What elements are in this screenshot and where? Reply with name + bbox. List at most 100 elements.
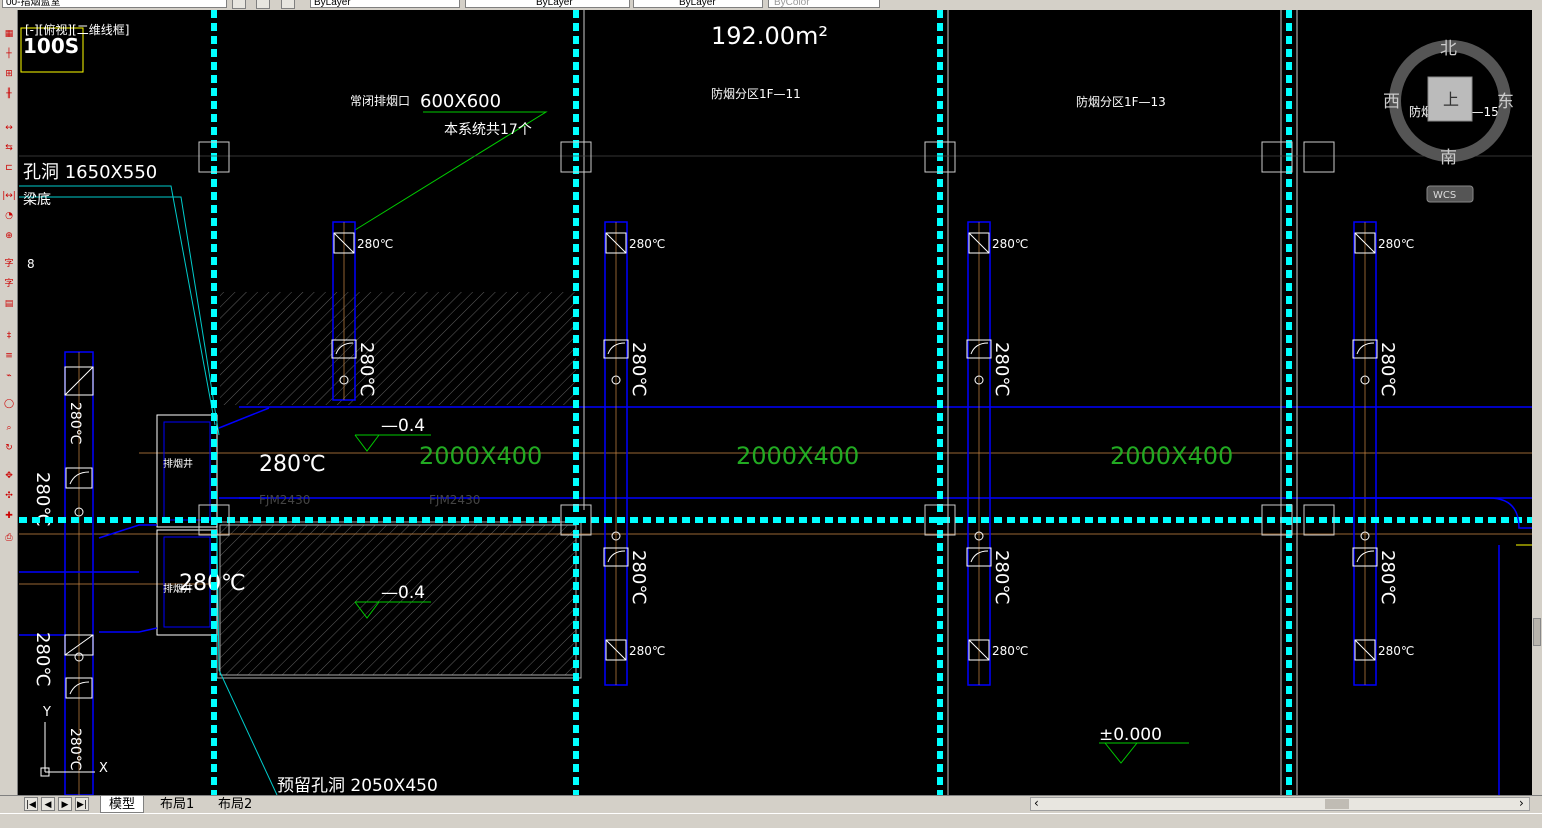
- damper-2-1[interactable]: 280℃: [605, 232, 665, 254]
- align-icon[interactable]: ≡: [1, 348, 17, 364]
- elevation-marker-zero: ±0.000: [1099, 725, 1189, 764]
- zoom-icon[interactable]: ✚: [1, 508, 17, 524]
- measure-icon[interactable]: |↔|: [1, 188, 17, 204]
- vertical-temp-label: 280℃: [628, 342, 649, 397]
- ucs-y-label: Y: [42, 705, 51, 720]
- outlet-size-label: 600X600: [420, 91, 501, 112]
- break-icon[interactable]: ⌁: [1, 368, 17, 384]
- text-style-icon[interactable]: 字: [1, 276, 17, 292]
- scale-label: 100S: [23, 34, 79, 58]
- zone-label-13: 防烟分区1F—13: [1076, 94, 1166, 109]
- branch-duct-2: 280℃ 280℃ 280℃ 280℃: [603, 221, 665, 686]
- duct-size-label-1: 2000X400: [419, 442, 542, 470]
- temp-label-left-3: 280℃: [32, 632, 53, 687]
- duct-size-label-3: 2000X400: [1110, 442, 1233, 470]
- compass-north[interactable]: 北: [1440, 39, 1457, 59]
- duct-size-label-2: 2000X400: [736, 442, 859, 470]
- circle-icon[interactable]: ◯: [1, 396, 17, 412]
- viewcube-compass[interactable]: 北 南 东 西 上 WCS: [1383, 39, 1514, 203]
- layer-state-button[interactable]: [232, 0, 246, 9]
- damper-3-1[interactable]: 280℃: [968, 232, 1028, 254]
- damper-temp-label: 280℃: [357, 237, 393, 251]
- refresh-icon[interactable]: ↻: [1, 440, 17, 456]
- vertical-temp-label: 280℃: [356, 342, 377, 397]
- first-tab-button[interactable]: |◀: [24, 797, 38, 811]
- exhaust-outlet-label: 常闭排烟口: [350, 94, 410, 108]
- branch-duct-4: 280℃ 280℃ 280℃ 280℃: [1352, 221, 1414, 686]
- branch-duct-3: 280℃ 280℃ 280℃ 280℃: [966, 221, 1028, 686]
- pan-icon[interactable]: ✥: [1, 468, 17, 484]
- prev-tab-button[interactable]: ◀: [41, 797, 55, 811]
- leader-opening-left: [19, 185, 216, 426]
- fjm-tag-1: FJM2430: [259, 493, 310, 507]
- vertical-temp-label: 280℃: [628, 550, 649, 605]
- temp-label-left-4: 280℃: [67, 728, 83, 770]
- point-icon[interactable]: ⊕: [1, 228, 17, 244]
- hatched-zone-upper: [220, 292, 576, 405]
- color-dropdown[interactable]: ByLayer: [310, 0, 460, 8]
- left-tool-palette: ▦ ┼ ⊞ ╫ ↔ ⇆ ⊏ |↔| ◔ ⊕ 字 字 ▤ ‡ ≡ ⌁ ◯ ⌕ ↻ …: [0, 10, 18, 795]
- layer-previous-button[interactable]: [256, 0, 270, 9]
- horizontal-scrollbar[interactable]: ‹ ›: [1030, 796, 1530, 811]
- damper-4-2[interactable]: 280℃: [1354, 639, 1414, 661]
- next-tab-button[interactable]: ▶: [58, 797, 72, 811]
- temp-label-left-1: 280℃: [67, 402, 83, 444]
- symbol-icon[interactable]: ‡: [1, 328, 17, 344]
- plotstyle-dropdown[interactable]: ByColor: [768, 0, 880, 8]
- damper-temp-label: 280℃: [992, 644, 1028, 658]
- layout-tab-bar: |◀ ◀ ▶ ▶| 模型 布局1 布局2 ‹ ›: [0, 795, 1542, 813]
- column-icon[interactable]: ⊞: [1, 66, 17, 82]
- svg-text:—0.4: —0.4: [381, 416, 425, 436]
- damper-3-2[interactable]: 280℃: [968, 639, 1028, 661]
- opening-left-label: 孔洞 1650X550: [23, 162, 157, 183]
- scroll-right-icon[interactable]: ›: [1519, 796, 1524, 810]
- wall-icon[interactable]: ╫: [1, 86, 17, 102]
- damper-2-2[interactable]: 280℃: [605, 639, 665, 661]
- compass-west[interactable]: 西: [1383, 92, 1400, 112]
- dimension-icon[interactable]: ↔: [1, 120, 17, 136]
- lineweight-dropdown[interactable]: ByLayer: [633, 0, 763, 8]
- vertical-scrollbar[interactable]: [1532, 10, 1542, 795]
- vertical-temp-label: 280℃: [991, 550, 1012, 605]
- cad-model-space[interactable]: [-][俯视][二维线框] 100S 排烟井 排烟井 280℃ 280℃ 280…: [19, 10, 1532, 795]
- damper-1-1[interactable]: 280℃: [333, 232, 393, 254]
- exhaust-shaft-upper: [156, 414, 218, 528]
- grid-icon[interactable]: ▦: [1, 26, 17, 42]
- area-label: 192.00m²: [711, 22, 828, 50]
- scroll-left-icon[interactable]: ‹: [1034, 796, 1039, 810]
- temp-label-main-1: 280℃: [259, 452, 326, 477]
- damper-temp-label: 280℃: [629, 644, 665, 658]
- viewcube-top-label: 上: [1443, 90, 1459, 109]
- wcs-label[interactable]: WCS: [1433, 190, 1456, 201]
- table-icon[interactable]: ▤: [1, 296, 17, 312]
- stair-icon[interactable]: ⊏: [1, 160, 17, 176]
- linetype-dropdown[interactable]: ByLayer: [465, 0, 630, 8]
- tab-layout1[interactable]: 布局1: [152, 796, 202, 813]
- outlet-count-label: 本系统共17个: [444, 122, 532, 138]
- fjm-tag-2: FJM2430: [429, 493, 480, 507]
- zone-label-11: 防烟分区1F—11: [711, 86, 801, 101]
- search-icon[interactable]: ⌕: [1, 420, 17, 436]
- left-number-label: 8: [27, 257, 35, 271]
- layer-match-button[interactable]: [281, 0, 295, 9]
- layer-dropdown[interactable]: 00-指烟蓝室: [2, 0, 227, 8]
- compass-east[interactable]: 东: [1497, 92, 1514, 112]
- vertical-temp-label: 280℃: [1377, 342, 1398, 397]
- offset-icon[interactable]: ⇆: [1, 140, 17, 156]
- move-icon[interactable]: ✣: [1, 488, 17, 504]
- text-icon[interactable]: 字: [1, 256, 17, 272]
- arc-icon[interactable]: ◔: [1, 208, 17, 224]
- vertical-scrollbar-thumb[interactable]: [1533, 618, 1541, 646]
- opening-bottom-label: 预留孔洞 2050X450: [277, 776, 438, 795]
- ucs-x-label: X: [99, 761, 108, 776]
- damper-temp-label: 280℃: [992, 237, 1028, 251]
- compass-south[interactable]: 南: [1440, 148, 1457, 168]
- tab-model[interactable]: 模型: [100, 796, 145, 813]
- axis-icon[interactable]: ┼: [1, 46, 17, 62]
- last-tab-button[interactable]: ▶|: [75, 797, 89, 811]
- damper-4-1[interactable]: 280℃: [1354, 232, 1414, 254]
- vertical-temp-label: 280℃: [991, 342, 1012, 397]
- tab-layout2[interactable]: 布局2: [210, 796, 260, 813]
- print-icon[interactable]: ⎙: [1, 530, 17, 546]
- horizontal-scrollbar-thumb[interactable]: [1325, 799, 1349, 809]
